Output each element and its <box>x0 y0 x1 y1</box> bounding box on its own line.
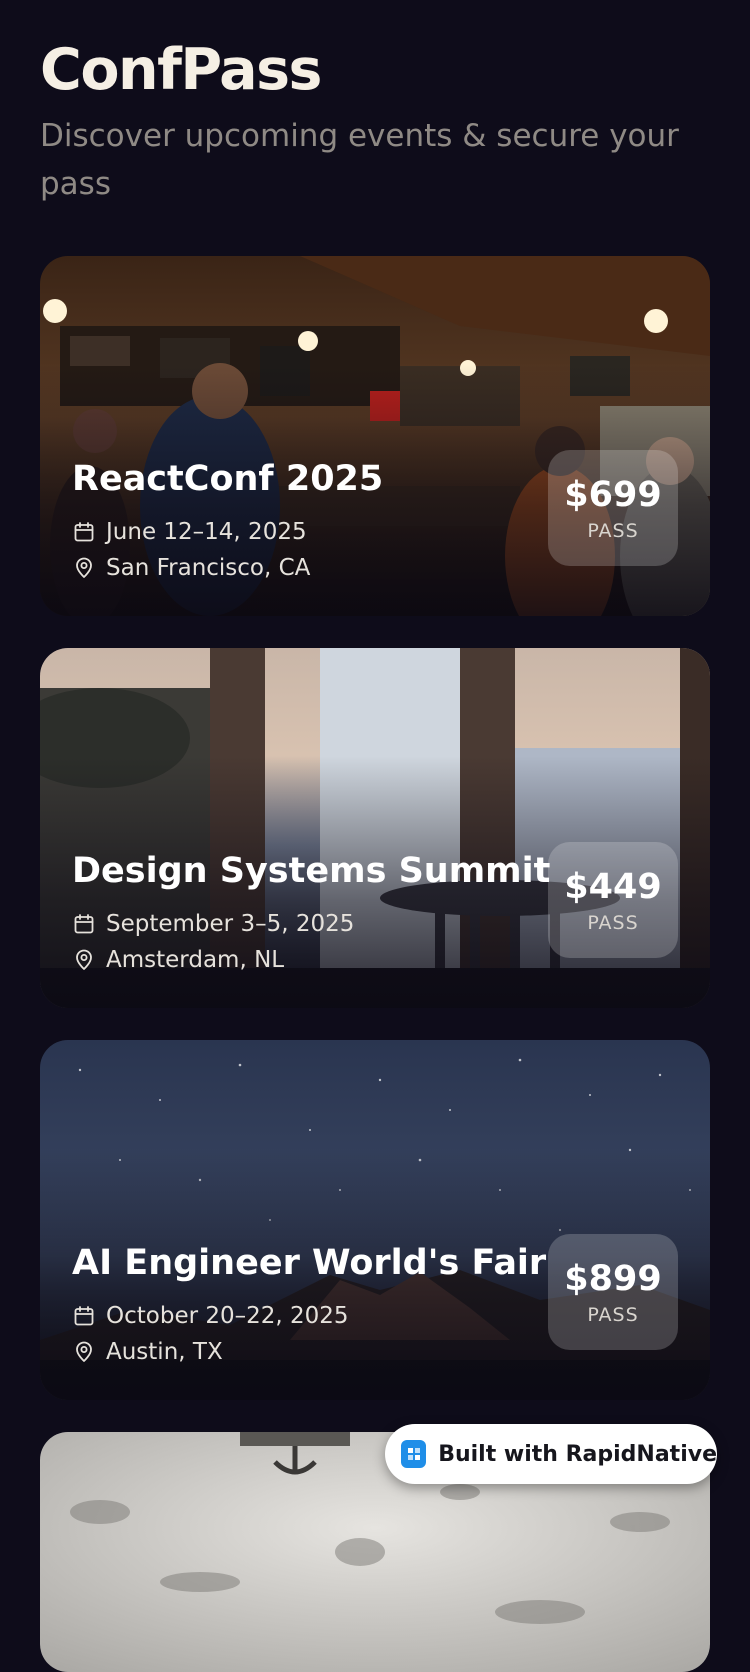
price-tag[interactable]: $699 PASS <box>548 450 678 566</box>
rapidnative-logo-icon <box>401 1440 427 1468</box>
page-title: ConfPass <box>40 37 322 103</box>
event-card[interactable]: AI Engineer World's Fair October 20–22, … <box>40 1040 710 1400</box>
event-date-row: June 12–14, 2025 <box>72 514 532 550</box>
price-label: PASS <box>587 1304 639 1326</box>
event-location-row: San Francisco, CA <box>72 550 532 586</box>
event-title: ReactConf 2025 <box>72 459 384 499</box>
built-with-badge[interactable]: Built with RapidNative <box>385 1424 717 1484</box>
event-info: AI Engineer World's Fair October 20–22, … <box>72 1240 547 1370</box>
price-amount: $699 <box>564 475 662 515</box>
calendar-icon <box>72 912 96 936</box>
event-location: Austin, TX <box>106 1339 223 1365</box>
price-label: PASS <box>587 520 639 542</box>
event-list: ReactConf 2025 June 12–14, 2025 San Fran… <box>40 256 710 1432</box>
map-pin-icon <box>72 556 96 580</box>
price-tag[interactable]: $899 PASS <box>548 1234 678 1350</box>
price-label: PASS <box>587 912 639 934</box>
event-location-row: Amsterdam, NL <box>72 942 532 978</box>
calendar-icon <box>72 1304 96 1328</box>
event-date: September 3–5, 2025 <box>106 911 355 937</box>
event-info: Design Systems Summit September 3–5, 202… <box>72 848 551 978</box>
price-amount: $899 <box>564 1259 662 1299</box>
badge-label: Built with RapidNative <box>438 1441 717 1467</box>
map-pin-icon <box>72 948 96 972</box>
map-pin-icon <box>72 1340 96 1364</box>
event-location: San Francisco, CA <box>106 555 311 581</box>
event-date: June 12–14, 2025 <box>106 519 307 545</box>
event-card[interactable]: ReactConf 2025 June 12–14, 2025 San Fran… <box>40 256 710 616</box>
event-title: Design Systems Summit <box>72 851 551 891</box>
event-date-row: October 20–22, 2025 <box>72 1298 532 1334</box>
price-tag[interactable]: $449 PASS <box>548 842 678 958</box>
event-title: AI Engineer World's Fair <box>72 1243 547 1283</box>
event-info: ReactConf 2025 June 12–14, 2025 San Fran… <box>72 456 532 586</box>
page-subtitle: Discover upcoming events & secure your p… <box>40 118 679 202</box>
event-location: Amsterdam, NL <box>106 947 285 973</box>
event-date-row: September 3–5, 2025 <box>72 906 532 942</box>
event-date: October 20–22, 2025 <box>106 1303 349 1329</box>
price-amount: $449 <box>564 867 662 907</box>
calendar-icon <box>72 520 96 544</box>
event-card[interactable]: Design Systems Summit September 3–5, 202… <box>40 648 710 1008</box>
event-location-row: Austin, TX <box>72 1334 532 1370</box>
